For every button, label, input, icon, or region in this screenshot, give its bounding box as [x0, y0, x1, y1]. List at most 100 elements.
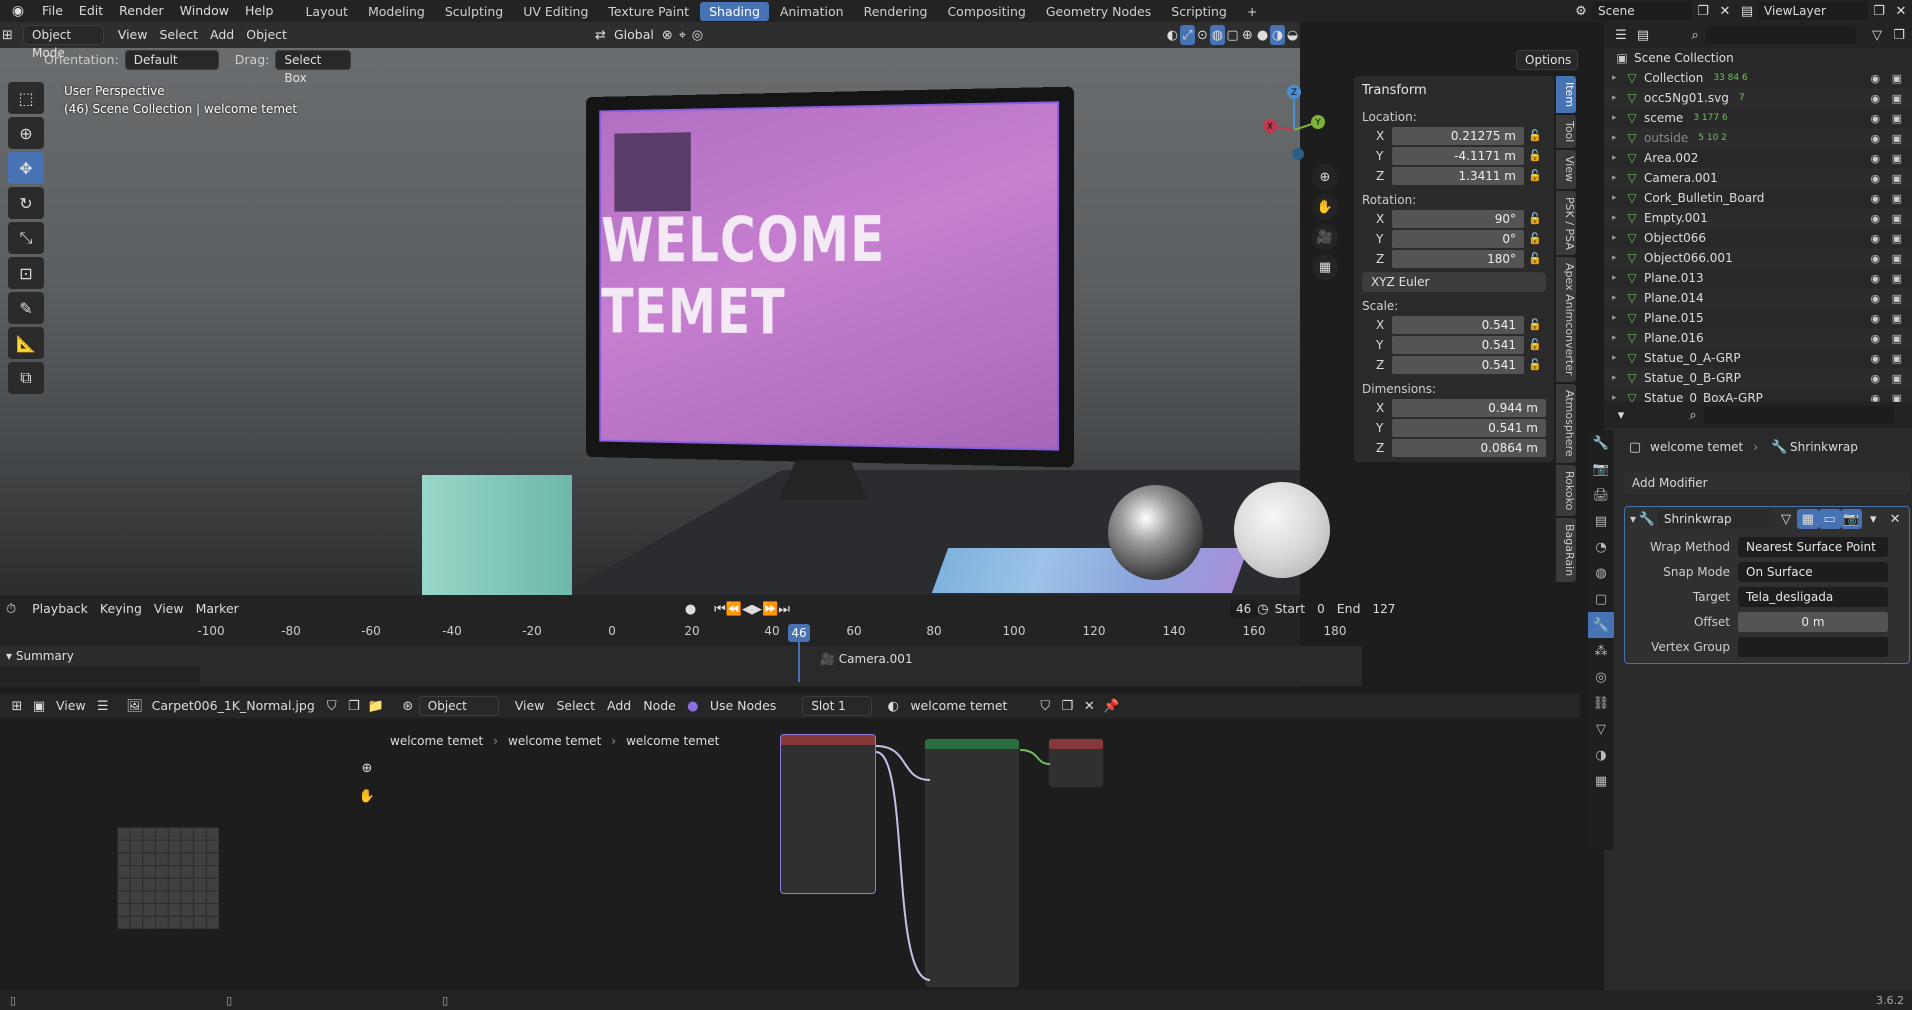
- tab-tool[interactable]: Tool: [1556, 115, 1576, 148]
- object-type-dropdown[interactable]: Object: [419, 696, 499, 716]
- menu-render[interactable]: Render: [111, 0, 172, 22]
- lock-icon[interactable]: 🔓: [1524, 338, 1546, 351]
- target-field[interactable]: Tela_desligada: [1738, 587, 1888, 607]
- timeline-track[interactable]: 🎥 Camera.001: [200, 646, 1362, 686]
- material-icon[interactable]: ◐: [882, 696, 904, 716]
- jump-start-icon[interactable]: ⏮: [714, 599, 726, 619]
- outliner-root[interactable]: ▣ Scene Collection: [1604, 48, 1912, 68]
- tab-modeling[interactable]: Modeling: [359, 2, 434, 21]
- view-layer-field[interactable]: ViewLayer: [1758, 2, 1868, 20]
- cursor-tool-icon[interactable]: ⊕: [8, 117, 44, 149]
- visibility-toggle-icon[interactable]: ◉ ▣: [1871, 332, 1907, 345]
- overlay-icon[interactable]: ⊙: [1195, 25, 1210, 45]
- material-field[interactable]: welcome temet: [904, 696, 1034, 716]
- dimensions-x-field[interactable]: 0.944 m: [1392, 399, 1546, 417]
- expand-icon[interactable]: ▸: [1612, 353, 1624, 363]
- rotation-x-field[interactable]: 90°: [1392, 210, 1524, 228]
- material-close-icon[interactable]: ✕: [1078, 696, 1100, 716]
- visibility-icon[interactable]: ◐: [1165, 25, 1180, 45]
- expand-icon[interactable]: ▸: [1612, 253, 1624, 263]
- expand-icon[interactable]: ▸: [1612, 153, 1624, 163]
- menu-window[interactable]: Window: [172, 0, 237, 22]
- expand-icon[interactable]: ▸: [1612, 113, 1624, 123]
- zoom-icon[interactable]: ⊕: [1312, 164, 1338, 190]
- modifier-close-icon[interactable]: ✕: [1884, 509, 1906, 529]
- expand-icon[interactable]: ▸: [1612, 233, 1624, 243]
- scale-y-field[interactable]: 0.541: [1392, 336, 1524, 354]
- lock-icon[interactable]: 🔓: [1524, 212, 1546, 225]
- expand-icon[interactable]: ▸: [1612, 193, 1624, 203]
- scene-icon[interactable]: ⚙: [1570, 1, 1592, 21]
- lock-icon[interactable]: 🔓: [1524, 318, 1546, 331]
- image-editor-type-icon[interactable]: ⊞: [6, 696, 28, 716]
- menu-help[interactable]: Help: [237, 0, 282, 22]
- lock-icon[interactable]: 🔓: [1524, 252, 1546, 265]
- location-z-field[interactable]: 1.3411 m: [1392, 167, 1524, 185]
- node-menu-node[interactable]: Node: [637, 696, 682, 716]
- record-icon[interactable]: ●: [685, 599, 696, 619]
- mode-dropdown[interactable]: Object Mode: [23, 25, 104, 45]
- outliner-item[interactable]: ▸ ▽ Object066.001 ◉ ▣: [1604, 248, 1912, 268]
- drag-dropdown[interactable]: Select Box: [275, 50, 351, 70]
- select-tool-icon[interactable]: ⬚: [8, 82, 44, 114]
- chrome-sphere-object[interactable]: [1108, 485, 1203, 580]
- modifier-props-icon[interactable]: 🔧: [1588, 612, 1614, 638]
- material-shading-icon[interactable]: ◑: [1270, 25, 1285, 45]
- tab-shading[interactable]: Shading: [700, 2, 769, 21]
- white-sphere-object[interactable]: [1234, 482, 1330, 578]
- outliner-item[interactable]: ▸ ▽ Area.002 ◉ ▣: [1604, 148, 1912, 168]
- outliner-item[interactable]: ▸ ▽ Plane.015 ◉ ▣: [1604, 308, 1912, 328]
- start-frame-field[interactable]: 0: [1311, 600, 1331, 618]
- filter-icon[interactable]: ▽: [1866, 25, 1888, 45]
- visibility-toggle-icon[interactable]: ◉ ▣: [1871, 152, 1907, 165]
- rendered-shading-icon[interactable]: ◒: [1285, 25, 1300, 45]
- node-pan-icon[interactable]: ✋: [356, 786, 378, 806]
- tab-animation[interactable]: Animation: [771, 2, 853, 21]
- outliner-item[interactable]: ▸ ▽ occ5Ng01.svg 7 ◉ ▣: [1604, 88, 1912, 108]
- prev-key-icon[interactable]: ⏪: [726, 599, 742, 619]
- outliner-item[interactable]: ▸ ▽ outside 5 10 2 ◉ ▣: [1604, 128, 1912, 148]
- data-props-icon[interactable]: ▽: [1588, 716, 1614, 742]
- offset-field[interactable]: 0 m: [1738, 612, 1888, 632]
- outliner-search-icon[interactable]: ⌕: [1684, 25, 1706, 45]
- outliner-editor-type-icon[interactable]: ☰: [1610, 25, 1632, 45]
- orientation-dropdown[interactable]: Default: [125, 50, 219, 70]
- tab-sculpting[interactable]: Sculpting: [436, 2, 512, 21]
- node-menu-add[interactable]: Add: [601, 696, 637, 716]
- playhead[interactable]: 46: [788, 624, 810, 642]
- visibility-toggle-icon[interactable]: ◉ ▣: [1871, 292, 1907, 305]
- wrap-method-dropdown[interactable]: Nearest Surface Point: [1738, 537, 1888, 557]
- image-menu-view[interactable]: View: [50, 696, 92, 716]
- hamburger-icon[interactable]: ☰: [92, 696, 114, 716]
- menu-edit[interactable]: Edit: [71, 0, 111, 22]
- tool-props-icon[interactable]: 🔧: [1588, 430, 1614, 456]
- expand-icon[interactable]: ▸: [1612, 213, 1624, 223]
- tab-compositing[interactable]: Compositing: [938, 2, 1034, 21]
- image-texture-node[interactable]: [780, 734, 876, 894]
- next-key-icon[interactable]: ⏩: [762, 599, 778, 619]
- scale-z-field[interactable]: 0.541: [1392, 356, 1524, 374]
- options-dropdown[interactable]: Options: [1516, 50, 1578, 70]
- wireframe-shading-icon[interactable]: ⊕: [1240, 25, 1255, 45]
- clock-icon[interactable]: ◷: [1257, 599, 1268, 619]
- add-modifier-button[interactable]: Add Modifier: [1624, 472, 1910, 494]
- current-frame-field[interactable]: 46: [1230, 600, 1257, 618]
- properties-editor-type-icon[interactable]: ▾: [1610, 405, 1632, 425]
- properties-search-icon[interactable]: ⌕: [1682, 405, 1704, 425]
- particles-props-icon[interactable]: ⁂: [1588, 638, 1614, 664]
- tab-layout[interactable]: Layout: [296, 2, 357, 21]
- visibility-toggle-icon[interactable]: ◉ ▣: [1871, 92, 1907, 105]
- pivot-icon[interactable]: ⊗: [660, 25, 675, 45]
- output-props-icon[interactable]: 🖨: [1588, 482, 1614, 508]
- blender-logo-icon[interactable]: ◉: [8, 1, 28, 21]
- overlay-toggle-icon[interactable]: ◍: [1210, 25, 1225, 45]
- node-menu-view[interactable]: View: [509, 696, 551, 716]
- outliner-item[interactable]: ▸ ▽ Plane.016 ◉ ▣: [1604, 328, 1912, 348]
- fake-user-icon[interactable]: ⛉: [321, 696, 343, 716]
- expand-icon[interactable]: ▸: [1612, 73, 1624, 83]
- camera-marker[interactable]: 🎥 Camera.001: [820, 652, 913, 666]
- node-zoom-icon[interactable]: ⊕: [356, 758, 378, 778]
- location-x-field[interactable]: 0.21275 m: [1392, 127, 1524, 145]
- timeline-menu-view[interactable]: View: [148, 599, 190, 619]
- tab-texture-paint[interactable]: Texture Paint: [599, 2, 698, 21]
